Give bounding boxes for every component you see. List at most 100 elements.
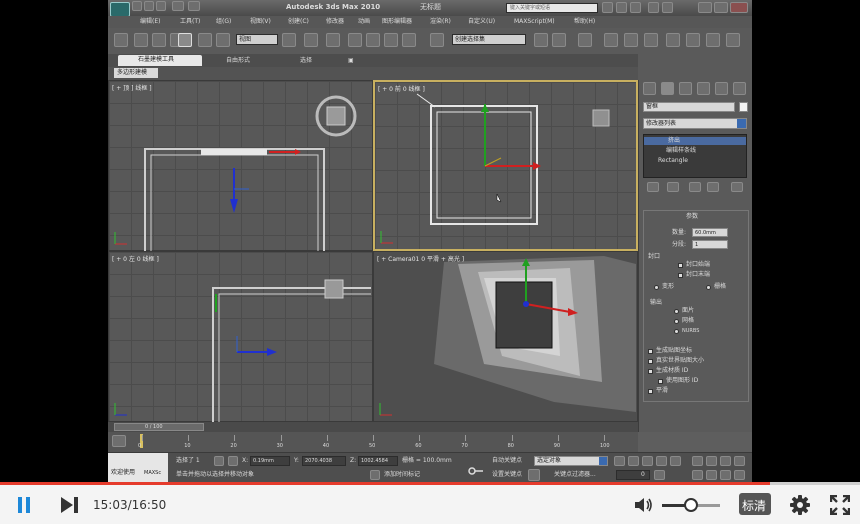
grid-radio[interactable] bbox=[706, 285, 711, 290]
z-coord-input[interactable]: 1002.4584 bbox=[358, 456, 398, 466]
menu-edit[interactable]: 编辑(E) bbox=[140, 18, 160, 26]
key-filters-button[interactable]: 关键点过滤器... bbox=[554, 471, 596, 479]
volume-icon[interactable] bbox=[634, 496, 654, 514]
prev-frame-icon[interactable] bbox=[628, 456, 639, 466]
utilities-tab-icon[interactable] bbox=[733, 82, 746, 95]
settings-gear-icon[interactable] bbox=[790, 495, 810, 515]
quick-render-icon[interactable] bbox=[726, 33, 740, 47]
maximize-viewport-icon[interactable] bbox=[734, 470, 745, 480]
viewport-top[interactable]: [ + 顶 ] 线框 ] bbox=[108, 80, 373, 251]
create-tab-icon[interactable] bbox=[643, 82, 656, 95]
make-unique-icon[interactable] bbox=[689, 182, 701, 192]
spinner-snap-icon[interactable] bbox=[402, 33, 416, 47]
volume-knob[interactable] bbox=[684, 498, 698, 512]
pan-icon[interactable] bbox=[706, 470, 717, 480]
zoom-extents-all-icon[interactable] bbox=[734, 456, 745, 466]
link-icon[interactable] bbox=[114, 33, 128, 47]
material-editor-icon[interactable] bbox=[666, 33, 680, 47]
current-frame-input[interactable]: 0 bbox=[616, 470, 650, 480]
select-rotate-icon[interactable] bbox=[198, 33, 212, 47]
real-world-checkbox[interactable] bbox=[648, 359, 653, 364]
tab-selection[interactable]: 选择 bbox=[300, 57, 312, 65]
schematic-view-icon[interactable] bbox=[644, 33, 658, 47]
viewport-left[interactable]: [ + 0 左 0 线框 ] bbox=[108, 251, 373, 422]
y-coord-input[interactable]: 2070.4038 bbox=[302, 456, 346, 466]
amount-input[interactable]: 60.0mm bbox=[692, 228, 728, 237]
angle-snap-icon[interactable] bbox=[366, 33, 380, 47]
output-nurbs-radio[interactable] bbox=[674, 329, 679, 334]
time-tag-icon[interactable] bbox=[370, 470, 380, 480]
orbit-icon[interactable] bbox=[720, 470, 731, 480]
tab-freeform[interactable]: 自由形式 bbox=[226, 57, 250, 65]
tab-expand[interactable]: ▣ bbox=[348, 57, 354, 65]
minimize-button[interactable] bbox=[698, 2, 712, 13]
menu-group[interactable]: 组(G) bbox=[216, 18, 231, 26]
morph-radio[interactable] bbox=[654, 285, 659, 290]
viewport-front[interactable]: [ + 0 前 0 线框 ] bbox=[373, 80, 638, 251]
video-frame[interactable]: Autodesk 3ds Max 2010 无标题 键入关键字或短语 编辑(E)… bbox=[0, 0, 860, 482]
render-setup-icon[interactable] bbox=[686, 33, 700, 47]
menu-maxscript[interactable]: MAXScript(M) bbox=[514, 18, 555, 26]
params-title[interactable]: 参数 bbox=[686, 213, 698, 221]
tab-graphite-modeling[interactable]: 石墨建模工具 bbox=[118, 55, 202, 66]
set-key-label[interactable]: 设置关键点 bbox=[492, 471, 522, 479]
menu-create[interactable]: 创建(C) bbox=[288, 18, 309, 26]
absolute-mode-icon[interactable] bbox=[228, 456, 238, 466]
add-time-tag[interactable]: 添加时间标记 bbox=[384, 471, 420, 479]
pause-icon[interactable] bbox=[17, 497, 33, 513]
fov-icon[interactable] bbox=[692, 470, 703, 480]
stack-item-edit-spline[interactable]: 编辑样条线 bbox=[666, 147, 696, 155]
named-selection-dropdown[interactable]: 创建选择集 bbox=[452, 34, 526, 45]
select-region-icon[interactable] bbox=[152, 33, 166, 47]
gen-mat-ids-checkbox[interactable] bbox=[648, 369, 653, 374]
search-input[interactable]: 键入关键字或短语 bbox=[506, 3, 598, 13]
save-file-icon[interactable] bbox=[156, 1, 166, 11]
close-button[interactable] bbox=[730, 2, 748, 13]
align-icon[interactable] bbox=[552, 33, 566, 47]
stack-item-rectangle[interactable]: Rectangle bbox=[658, 157, 688, 165]
cap-start-checkbox[interactable] bbox=[678, 263, 683, 268]
menu-customize[interactable]: 自定义(U) bbox=[468, 18, 495, 26]
motion-tab-icon[interactable] bbox=[697, 82, 710, 95]
goto-start-icon[interactable] bbox=[614, 456, 625, 466]
object-color-swatch[interactable] bbox=[739, 102, 748, 112]
modifier-list-dropdown[interactable]: 修改器列表 bbox=[643, 118, 747, 129]
time-slider[interactable]: 0 / 100 bbox=[108, 422, 638, 432]
viewport-camera[interactable]: [ + Camera01 0 平滑 + 高光 ] bbox=[373, 251, 638, 422]
cap-end-checkbox[interactable] bbox=[678, 273, 683, 278]
output-patch-radio[interactable] bbox=[674, 309, 679, 314]
time-config-icon[interactable] bbox=[654, 470, 665, 480]
pin-stack-icon[interactable] bbox=[647, 182, 659, 192]
zoom-extents-icon[interactable] bbox=[720, 456, 731, 466]
select-object-icon[interactable] bbox=[134, 33, 148, 47]
menu-tools[interactable]: 工具(T) bbox=[180, 18, 200, 26]
volume-slider[interactable] bbox=[662, 498, 720, 512]
display-tab-icon[interactable] bbox=[715, 82, 728, 95]
smooth-checkbox[interactable] bbox=[648, 389, 653, 394]
open-file-icon[interactable] bbox=[144, 1, 154, 11]
manipulate-icon[interactable] bbox=[304, 33, 318, 47]
show-end-result-icon[interactable] bbox=[667, 182, 679, 192]
fullscreen-icon[interactable] bbox=[829, 494, 851, 516]
remove-modifier-icon[interactable] bbox=[707, 182, 719, 192]
hierarchy-tab-icon[interactable] bbox=[679, 82, 692, 95]
zoom-icon[interactable] bbox=[692, 456, 703, 466]
lock-selection-icon[interactable] bbox=[214, 456, 224, 466]
next-frame-icon[interactable] bbox=[656, 456, 667, 466]
set-key-button[interactable] bbox=[528, 469, 540, 481]
menu-views[interactable]: 视图(V) bbox=[250, 18, 271, 26]
curve-editor-icon[interactable] bbox=[624, 33, 638, 47]
undo-icon[interactable] bbox=[172, 1, 184, 11]
app-logo-icon[interactable] bbox=[110, 2, 130, 17]
zoom-all-icon[interactable] bbox=[706, 456, 717, 466]
object-name-field[interactable]: 窗框 bbox=[643, 102, 735, 112]
tool-icon[interactable] bbox=[648, 2, 659, 13]
percent-snap-icon[interactable] bbox=[384, 33, 398, 47]
track-bar[interactable]: 0 10 20 30 40 50 60 70 80 90 100 bbox=[108, 432, 638, 452]
play-icon[interactable] bbox=[642, 456, 653, 466]
use-shape-ids-checkbox[interactable] bbox=[658, 379, 663, 384]
configure-sets-icon[interactable] bbox=[731, 182, 743, 192]
auto-key-label[interactable]: 自动关键点 bbox=[492, 457, 522, 465]
new-file-icon[interactable] bbox=[132, 1, 142, 11]
goto-end-icon[interactable] bbox=[670, 456, 681, 466]
